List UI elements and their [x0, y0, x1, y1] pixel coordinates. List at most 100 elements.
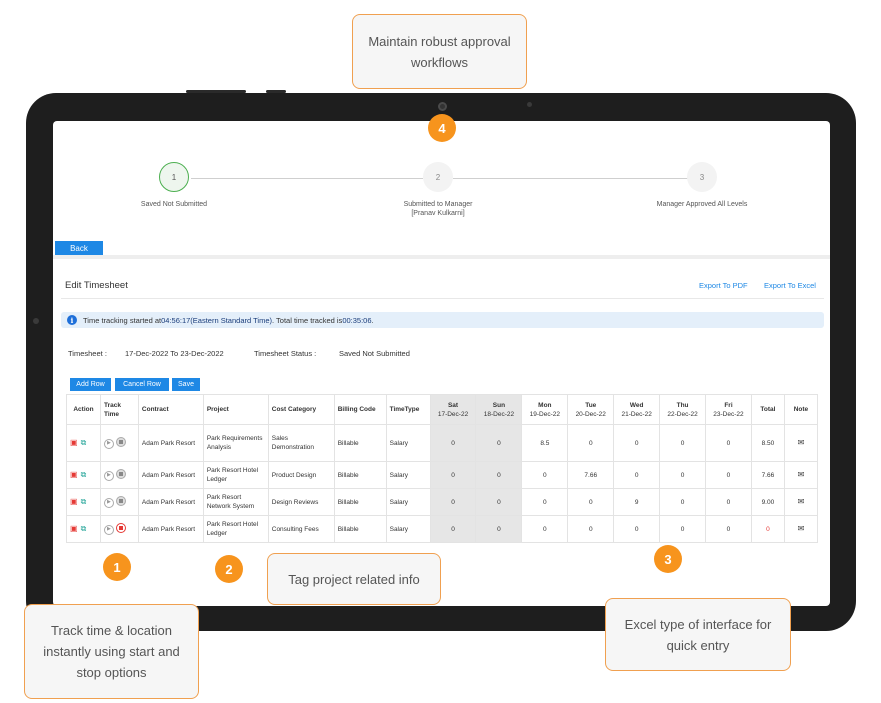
cost-category-cell[interactable]: Design Reviews [267, 488, 335, 516]
col-action: Action [66, 394, 101, 425]
hours-cell[interactable]: 0 [613, 424, 661, 462]
billing-code-cell[interactable]: Billable [333, 515, 387, 543]
hours-cell[interactable]: 0 [613, 515, 661, 543]
hours-cell[interactable]: 0 [521, 488, 569, 516]
hours-cell[interactable]: 0 [659, 488, 707, 516]
hours-cell[interactable]: 0 [429, 488, 477, 516]
copy-icon[interactable]: ⧉ [81, 438, 87, 447]
divider [61, 298, 824, 299]
step-3-label: Manager Approved All Levels [656, 201, 748, 208]
add-row-button[interactable]: Add Row [70, 378, 111, 391]
hours-cell[interactable]: 0 [567, 424, 615, 462]
col-track-time: Track Time [99, 394, 139, 425]
project-cell[interactable]: Park Requirements Analysis [202, 424, 269, 462]
track-cell: ▶ [99, 424, 139, 462]
note-icon[interactable]: ✉ [798, 438, 805, 447]
export-pdf-link[interactable]: Export To PDF [699, 281, 748, 290]
day-date: 18-Dec-22 [483, 410, 515, 418]
billing-code-cell[interactable]: Billable [333, 424, 387, 462]
hours-cell[interactable]: 0 [429, 515, 477, 543]
info-icon: i [67, 315, 77, 325]
hours-cell[interactable]: 0 [475, 424, 523, 462]
note-icon[interactable]: ✉ [798, 524, 805, 533]
cost-category-cell[interactable]: Consulting Fees [267, 515, 335, 543]
hours-cell[interactable]: 0 [475, 515, 523, 543]
hours-cell[interactable]: 0 [659, 461, 707, 489]
timetype-cell[interactable]: Salary [385, 424, 431, 462]
camera [438, 102, 447, 111]
timetype-cell[interactable]: Salary [385, 515, 431, 543]
contract-cell[interactable]: Adam Park Resort [137, 515, 204, 543]
cost-category-cell[interactable]: Sales Demonstration [267, 424, 335, 462]
hours-cell[interactable]: 0 [659, 424, 707, 462]
callout-track-time: Track time & location instantly using st… [24, 604, 199, 699]
save-button[interactable]: Save [172, 378, 200, 391]
step-number: 1 [171, 172, 177, 182]
delete-icon[interactable]: ▣ [70, 438, 78, 447]
delete-icon[interactable]: ▣ [70, 470, 78, 479]
back-button[interactable]: Back [55, 241, 103, 255]
cancel-row-button[interactable]: Cancel Row [115, 378, 169, 391]
col-day: Tue 20-Dec-22 [567, 394, 615, 425]
hours-cell[interactable]: 0 [705, 461, 752, 489]
project-cell[interactable]: Park Resort Hotel Ledger [202, 461, 269, 489]
hours-cell[interactable]: 9 [613, 488, 661, 516]
copy-icon[interactable]: ⧉ [81, 470, 87, 479]
stop-square [118, 440, 123, 445]
col-note: Note [783, 394, 819, 425]
copy-icon[interactable]: ⧉ [81, 497, 87, 506]
note-icon[interactable]: ✉ [798, 497, 805, 506]
marker-4: 4 [428, 114, 456, 142]
hours-cell[interactable]: 0 [429, 461, 477, 489]
play-icon[interactable]: ▶ [103, 438, 114, 449]
timetype-cell[interactable]: Salary [385, 461, 431, 489]
contract-cell[interactable]: Adam Park Resort [137, 461, 204, 489]
callout-text: Track time & location instantly using st… [43, 623, 180, 680]
hours-cell[interactable]: 0 [567, 515, 615, 543]
hours-cell[interactable]: 0 [613, 461, 661, 489]
cost-category-cell[interactable]: Product Design [267, 461, 335, 489]
contract-cell[interactable]: Adam Park Resort [137, 488, 204, 516]
stop-icon[interactable] [115, 437, 126, 448]
billing-code-cell[interactable]: Billable [333, 461, 387, 489]
hours-cell[interactable]: 0 [475, 488, 523, 516]
info-text: . Total time tracked is [272, 315, 343, 325]
callout-tag-project: Tag project related info [267, 553, 441, 605]
hours-cell[interactable]: 0 [705, 424, 752, 462]
hours-cell[interactable]: 0 [659, 515, 707, 543]
hours-cell[interactable]: 0 [521, 461, 569, 489]
billing-code-cell[interactable]: Billable [333, 488, 387, 516]
day-date: 17-Dec-22 [437, 410, 469, 418]
delete-icon[interactable]: ▣ [70, 524, 78, 533]
hours-cell[interactable]: 8.5 [521, 424, 569, 462]
note-icon[interactable]: ✉ [798, 470, 805, 479]
timetype-cell[interactable]: Salary [385, 488, 431, 516]
app-screen: 1 2 3 Saved Not Submitted Submitted to M… [53, 121, 830, 606]
stop-icon[interactable] [115, 469, 126, 480]
project-cell[interactable]: Park Resort Network System [202, 488, 269, 516]
play-icon[interactable]: ▶ [103, 470, 114, 481]
play-icon[interactable]: ▶ [103, 524, 114, 535]
contract-cell[interactable]: Adam Park Resort [137, 424, 204, 462]
col-day: Thu 22-Dec-22 [659, 394, 707, 425]
delete-icon[interactable]: ▣ [70, 497, 78, 506]
hours-cell[interactable]: 0 [705, 515, 752, 543]
col-billing-code: Billing Code [333, 394, 387, 425]
note-cell: ✉ [783, 515, 819, 543]
hours-cell[interactable]: 0 [475, 461, 523, 489]
stop-icon[interactable] [115, 496, 126, 507]
play-icon[interactable]: ▶ [103, 497, 114, 508]
hours-cell[interactable]: 0 [521, 515, 569, 543]
project-cell[interactable]: Park Resort Hotel Ledger [202, 515, 269, 543]
stop-icon[interactable] [115, 523, 126, 534]
hours-cell[interactable]: 0 [429, 424, 477, 462]
timesheet-range: 17-Dec-2022 To 23-Dec-2022 [125, 349, 224, 358]
hours-cell[interactable]: 0 [567, 488, 615, 516]
marker-1: 1 [103, 553, 131, 581]
step-connector [453, 178, 688, 179]
hours-cell[interactable]: 7.66 [567, 461, 615, 489]
copy-icon[interactable]: ⧉ [81, 524, 87, 533]
col-cost-category: Cost Category [267, 394, 335, 425]
hours-cell[interactable]: 0 [705, 488, 752, 516]
export-excel-link[interactable]: Export To Excel [764, 281, 816, 290]
